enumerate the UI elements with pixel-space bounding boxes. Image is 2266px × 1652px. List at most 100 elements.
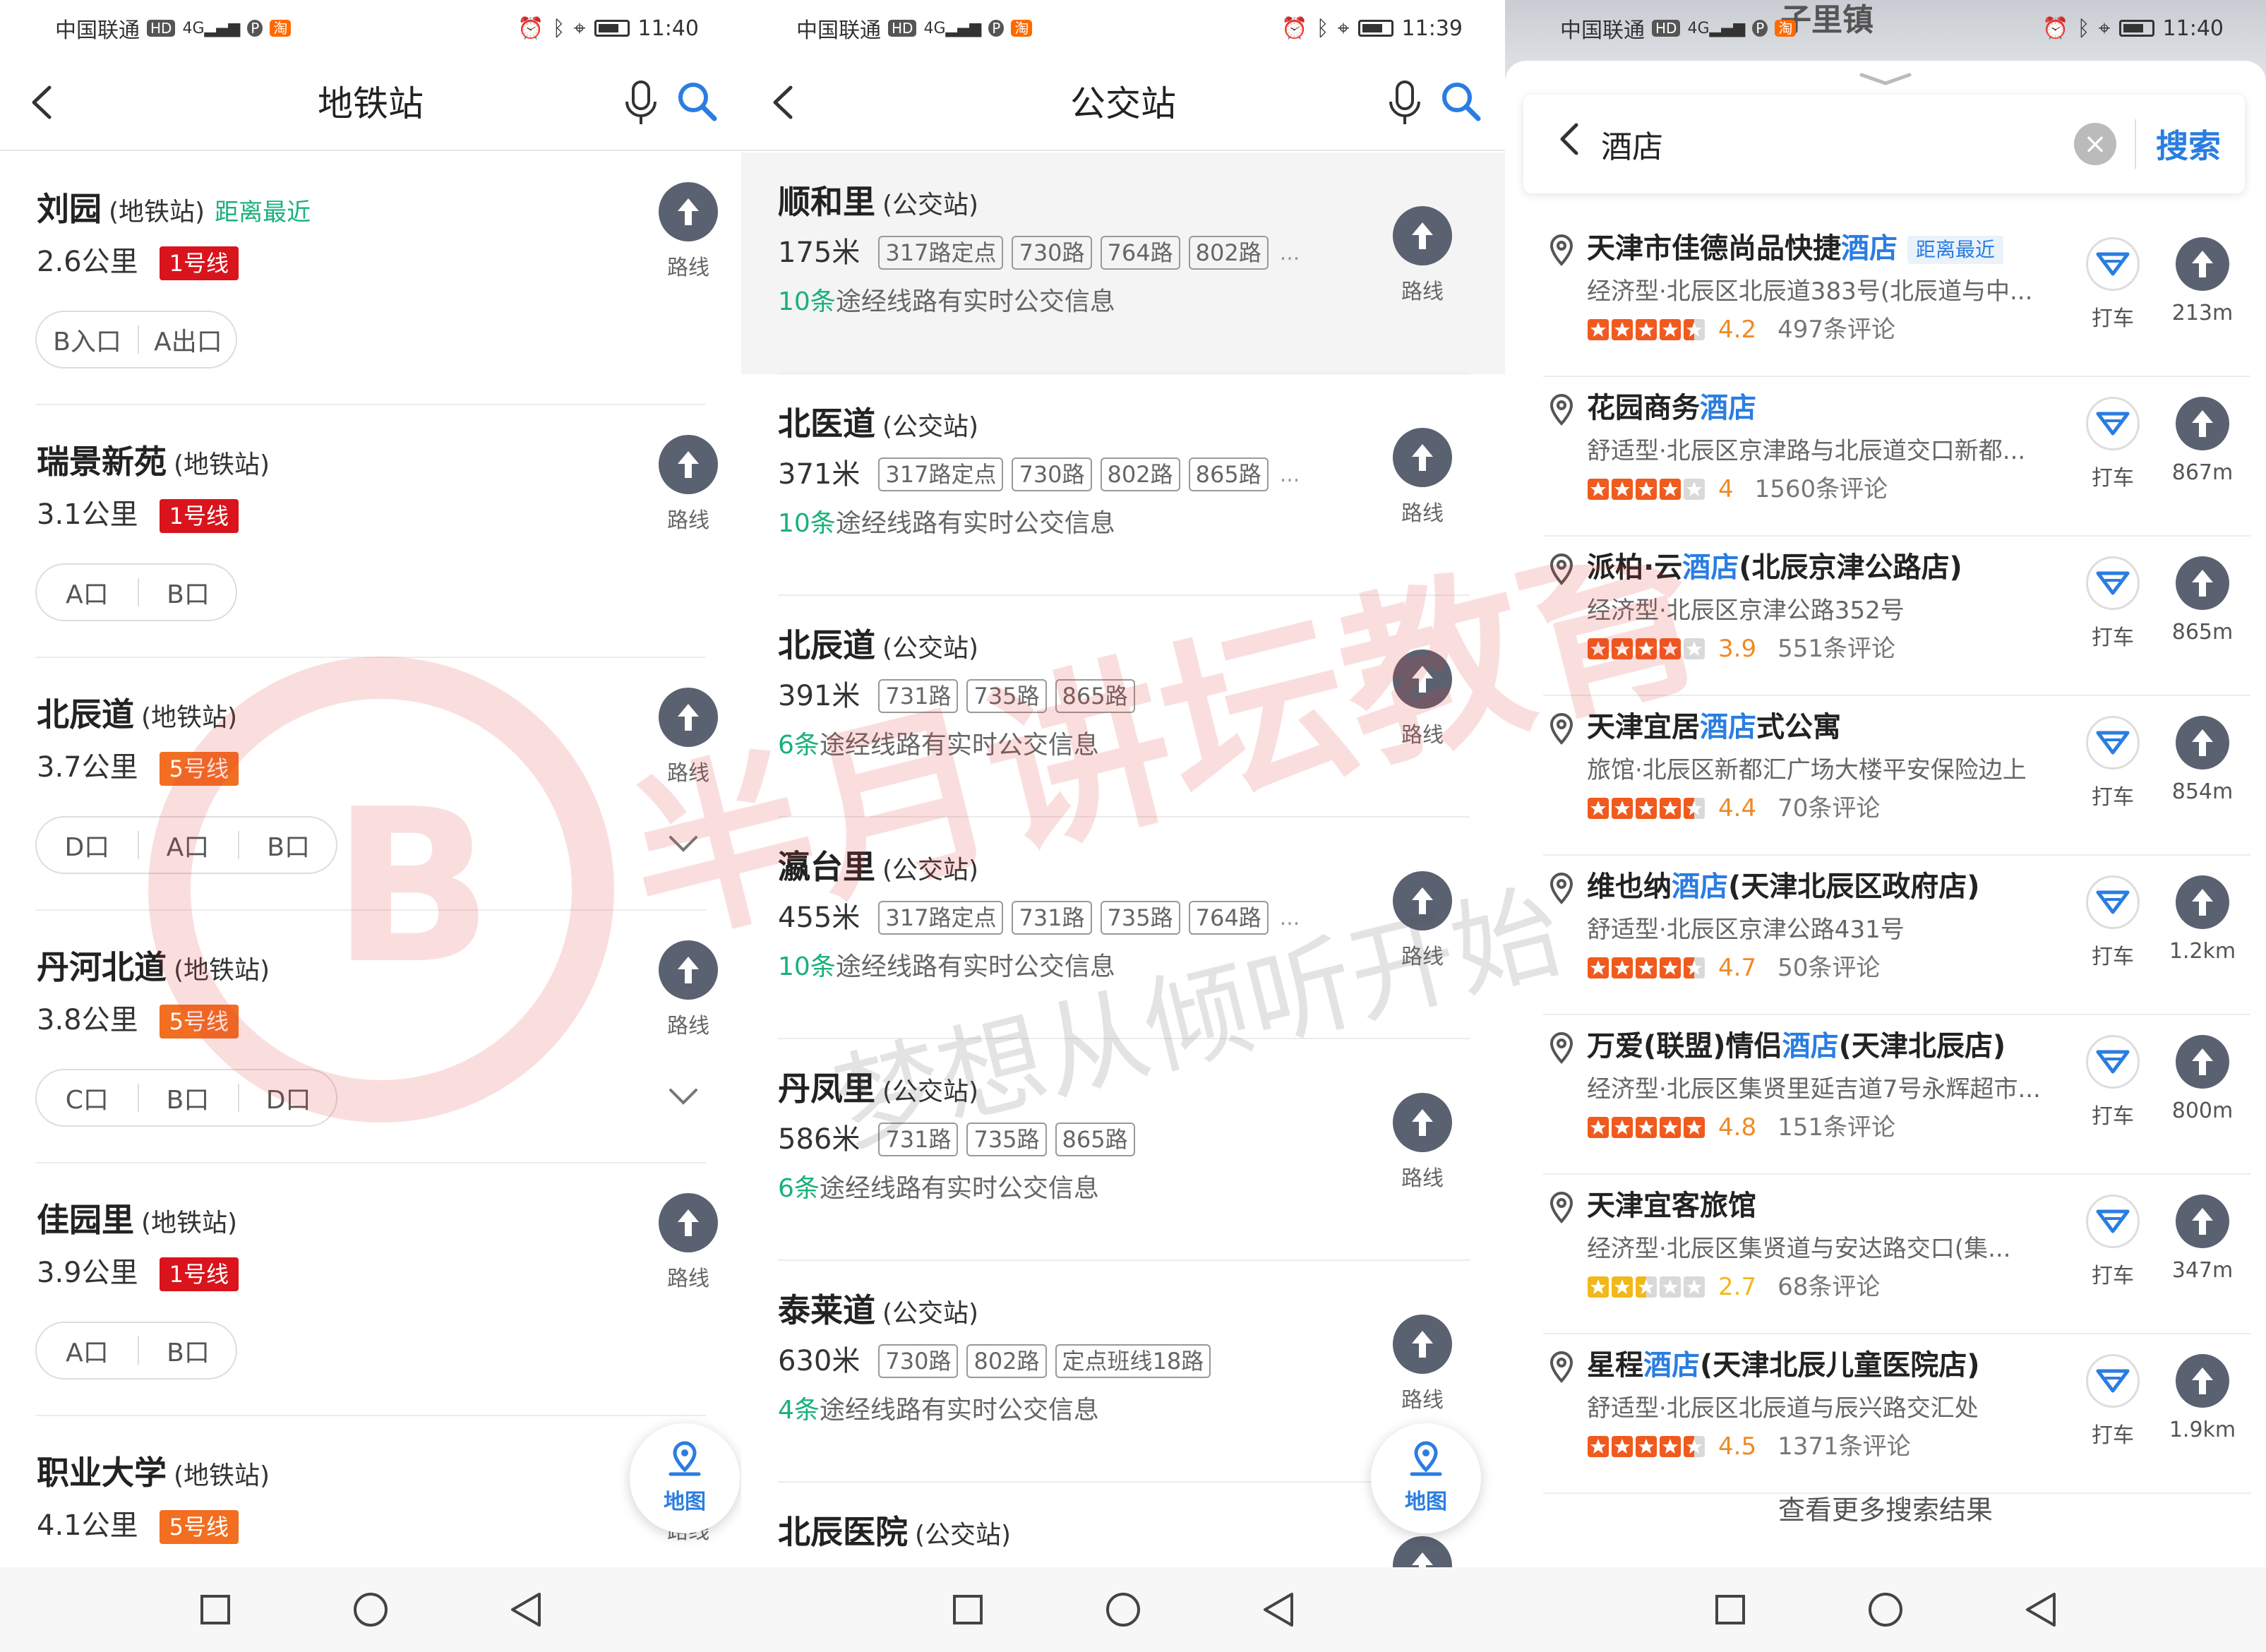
taxi-button[interactable]: 打车 (2081, 1354, 2145, 1449)
route-button[interactable]: 867m (2160, 397, 2245, 485)
route-button[interactable]: 路线 (1391, 206, 1454, 305)
route-button[interactable]: 路线 (1391, 871, 1454, 970)
taxi-button[interactable]: 打车 (2081, 716, 2145, 810)
hotel-result-item[interactable]: 花园商务酒店 舒适型·北辰区京津路与北辰道交口新都... 4 1560条评论 打车 867… (1543, 377, 2250, 537)
voice-button[interactable] (620, 78, 662, 127)
carrier-label: 中国联通 (1560, 18, 1645, 43)
search-input[interactable]: 酒店 (1601, 121, 2074, 167)
bus-stop-item[interactable]: 丹凤里 (公交站) 586米 731路 735路 865路 6条途经线路有实时公交信息 路线 (741, 1039, 1505, 1261)
system-back-button[interactable] (2020, 1588, 2062, 1631)
location-icon: ⌖ (1337, 16, 1350, 41)
exit-option[interactable]: D口 (37, 827, 138, 863)
route-button[interactable]: 路线 (1391, 1315, 1454, 1413)
arrow-up-icon (2192, 1208, 2213, 1235)
realtime-count: 10条 (778, 287, 836, 316)
exit-option[interactable]: A口 (37, 574, 138, 611)
search-button[interactable] (672, 76, 721, 126)
bus-stop-item[interactable]: 顺和里 (公交站) 175米 317路定点 730路 764路 802路... 10条途经线路… (741, 152, 1505, 374)
metro-station-item[interactable]: 佳园里 (地铁站) 3.9公里 1号线 A口 B口 路线 (35, 1163, 718, 1416)
hotel-result-item[interactable]: 天津宜居酒店式公寓 旅馆·北辰区新都汇广场大楼平安保险边上 4.4 70条评论 打车 85… (1543, 696, 2250, 856)
map-button[interactable]: 地图 (630, 1423, 740, 1533)
taxi-button[interactable]: 打车 (2081, 237, 2145, 332)
route-button[interactable]: 路线 (657, 940, 720, 1039)
star-icon (1684, 1117, 1705, 1138)
route-button[interactable]: 347m (2160, 1195, 2245, 1283)
expand-exits-button[interactable] (664, 1077, 703, 1117)
route-button[interactable]: 854m (2160, 716, 2245, 804)
stop-info: 586米 731路 735路 865路 (778, 1120, 1144, 1159)
route-button[interactable]: 1.2km (2160, 875, 2245, 964)
search-button[interactable] (1436, 76, 1485, 126)
route-button[interactable]: 路线 (1391, 1093, 1454, 1192)
route-button[interactable]: 865m (2160, 556, 2245, 645)
exit-option[interactable]: B口 (137, 1079, 239, 1116)
route-circle (2176, 1354, 2229, 1408)
route-button[interactable]: 路线 (657, 182, 720, 281)
route-button[interactable]: 路线 (1391, 650, 1454, 748)
bluetooth-icon: ᛒ (2077, 16, 2090, 41)
route-button[interactable]: 路线 (657, 1193, 720, 1292)
metro-station-item[interactable]: 瑞景新苑 (地铁站) 3.1公里 1号线 A口 B口 路线 (35, 405, 718, 658)
expand-exits-button[interactable] (664, 825, 703, 864)
system-back-button[interactable] (505, 1588, 547, 1631)
metro-station-item[interactable]: 丹河北道 (地铁站) 3.8公里 5号线 C口 B口 D口 路线 (35, 911, 718, 1163)
exit-option[interactable]: A出口 (138, 321, 239, 358)
taxi-circle (2086, 556, 2140, 610)
route-label: 路线 (667, 761, 709, 786)
bus-stop-item[interactable]: 北辰道 (公交站) 391米 731路 735路 865路 6条途经线路有实时公交信息 路线 (741, 596, 1505, 818)
taxi-button[interactable]: 打车 (2081, 1035, 2145, 1130)
taxi-button[interactable]: 打车 (2081, 556, 2145, 651)
taxi-button[interactable]: 打车 (2081, 875, 2145, 970)
voice-button[interactable] (1384, 78, 1426, 127)
metro-station-item[interactable]: 北辰道 (地铁站) 3.7公里 5号线 D口 A口 B口 路线 (35, 658, 718, 911)
route-button[interactable]: 800m (2160, 1035, 2245, 1123)
route-button[interactable]: 213m (2160, 237, 2245, 325)
taxi-button[interactable]: 打车 (2081, 1195, 2145, 1289)
recent-apps-button[interactable] (1709, 1588, 1751, 1631)
metro-station-item[interactable]: 职业大学(地铁站)4.1公里5号线路线 (35, 1416, 718, 1567)
sheet-handle-icon[interactable] (1857, 71, 1914, 88)
home-button[interactable] (1102, 1588, 1144, 1631)
exit-option[interactable]: D口 (238, 1079, 339, 1116)
exit-option[interactable]: C口 (37, 1079, 138, 1116)
hotel-rating: 4 1560条评论 (1587, 472, 1888, 507)
metro-station-item[interactable]: 刘园 (地铁站) 距离最近 2.6公里 1号线 B入口 A出口 路线 (35, 152, 718, 405)
exit-option[interactable]: B口 (138, 574, 239, 611)
search-submit-button[interactable]: 搜索 (2156, 121, 2221, 167)
exit-option[interactable]: A口 (137, 827, 239, 863)
map-button[interactable]: 地图 (1371, 1423, 1481, 1533)
hotel-result-item[interactable]: 派柏·云酒店(北辰京津公路店) 经济型·北辰区京津公路352号 3.9 551条评论 打… (1543, 537, 2250, 696)
exit-option[interactable]: B口 (238, 827, 339, 863)
hotel-result-item[interactable]: 天津市佳德尚品快捷酒店 距离最近 经济型·北辰区北辰道383号(北辰道与中... 4.… (1543, 217, 2250, 377)
route-button[interactable]: 1.9km (2160, 1354, 2245, 1442)
more-results-link[interactable]: 查看更多搜索结果 (1505, 1488, 2266, 1527)
taxi-button[interactable]: 打车 (2081, 397, 2145, 491)
taobao-badge: 淘 (1775, 20, 1797, 37)
bus-stop-item[interactable]: 北医道 (公交站) 371米 317路定点 730路 802路 865路... 10条途经线路… (741, 374, 1505, 596)
route-button[interactable] (1391, 1536, 1454, 1567)
triangle-back-icon (2026, 1593, 2056, 1627)
realtime-text: 途经线路有实时公交信息 (819, 731, 1099, 760)
home-button[interactable] (1864, 1588, 1907, 1631)
route-button[interactable]: 路线 (1391, 428, 1454, 527)
home-button[interactable] (349, 1588, 392, 1631)
recent-apps-button[interactable] (194, 1588, 236, 1631)
route-circle (1393, 206, 1452, 265)
route-button[interactable]: 路线 (657, 435, 720, 534)
stop-name: 瀛台里 (公交站) (778, 846, 978, 892)
exit-option[interactable]: B口 (138, 1332, 239, 1369)
bus-stop-item[interactable]: 瀛台里 (公交站) 455米 317路定点 731路 735路 764路... 10条途经线路… (741, 818, 1505, 1039)
hotel-result-item[interactable]: 维也纳酒店(天津北辰区政府店) 舒适型·北辰区京津公路431号 4.7 50条评论 打车… (1543, 856, 2250, 1015)
exit-option[interactable]: A口 (37, 1332, 138, 1369)
hotel-result-item[interactable]: 万爱(联盟)情侣酒店(天津北辰店) 经济型·北辰区集贤里延吉道7号永辉超市... 4… (1543, 1015, 2250, 1175)
route-button[interactable]: 路线 (657, 688, 720, 786)
hotel-result-item[interactable]: 天津宜客旅馆 经济型·北辰区集贤道与安达路交口(集... 2.7 68条评论 打车 347… (1543, 1175, 2250, 1334)
exit-option[interactable]: B入口 (37, 321, 138, 358)
recent-apps-button[interactable] (947, 1588, 989, 1631)
station-distance: 3.1公里 1号线 (37, 497, 239, 533)
back-button[interactable] (1537, 118, 1601, 171)
realtime-count: 6条 (778, 731, 820, 760)
clear-button[interactable]: × (2074, 123, 2116, 165)
system-back-button[interactable] (1257, 1588, 1300, 1631)
hotel-result-item[interactable]: 星程酒店(天津北辰儿童医院店) 舒适型·北辰区北辰道与辰兴路交汇处 4.5 1371条… (1543, 1334, 2250, 1494)
